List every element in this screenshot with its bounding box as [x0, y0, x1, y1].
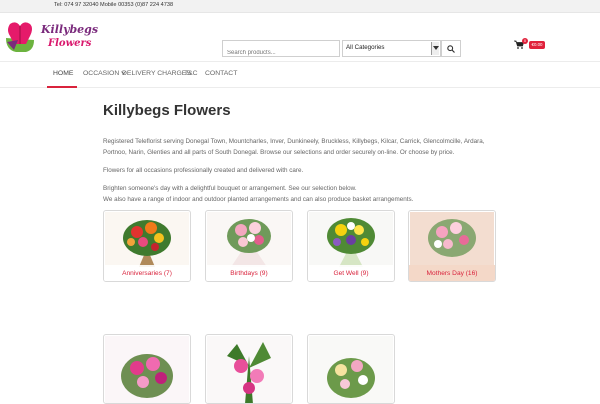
- selection-line-1: Brighten someone's day with a delightful…: [103, 185, 357, 192]
- logo-text-flowers: Flowers: [48, 38, 92, 49]
- nav-item-contact[interactable]: Contact: [205, 70, 237, 77]
- search-icon: [447, 45, 455, 53]
- search-input[interactable]: [223, 45, 339, 61]
- site-header: Killybegs Flowers All Categories 0 €0.00: [0, 13, 600, 61]
- nav-item-occasion-label: Occasion: [83, 70, 120, 77]
- category-label: Anniversaries (7): [104, 265, 190, 281]
- bouquet-image: [309, 212, 393, 267]
- category-card-row2-2[interactable]: [205, 334, 293, 404]
- flower-logo-icon: [6, 22, 34, 52]
- logo-text-killybegs: Killybegs: [41, 23, 99, 36]
- nav-item-delivery-charges[interactable]: Delivery Charges: [122, 70, 191, 77]
- nav-item-occasion[interactable]: Occasion: [83, 70, 127, 77]
- site-logo[interactable]: Killybegs Flowers: [4, 18, 98, 58]
- cart-widget[interactable]: 0 €0.00: [514, 38, 546, 54]
- selection-line-2: We also have a range of indoor and outdo…: [103, 195, 414, 203]
- intro-paragraph: Registered Teleflorist serving Donegal T…: [103, 138, 485, 156]
- bouquet-image: [207, 212, 291, 267]
- occasions-paragraph: Flowers for all occasions professionally…: [103, 167, 304, 174]
- cart-total-badge: €0.00: [529, 41, 545, 49]
- bouquet-image: [309, 336, 393, 403]
- main-nav: Home Occasion Delivery Charges T&C Conta…: [0, 61, 600, 88]
- bouquet-image: [207, 336, 291, 403]
- category-label: Get Well (9): [308, 265, 394, 281]
- contact-phone: Tel: 074 97 32040 Mobile 00353 (0)87 224…: [54, 2, 174, 8]
- select-arrow-icon: [431, 42, 439, 55]
- category-card-anniversaries[interactable]: Anniversaries (7): [103, 210, 191, 282]
- selection-paragraph: Brighten someone's day with a delightful…: [103, 184, 493, 205]
- category-card-get-well[interactable]: Get Well (9): [307, 210, 395, 282]
- nav-active-indicator: [47, 86, 77, 88]
- top-bar: Tel: 074 97 32040 Mobile 00353 (0)87 224…: [0, 0, 600, 13]
- bouquet-image: [105, 336, 189, 403]
- category-card-birthdays[interactable]: Birthdays (9): [205, 210, 293, 282]
- page-title: Killybegs Flowers: [103, 102, 231, 119]
- nav-item-tc[interactable]: T&C: [184, 70, 198, 77]
- category-select[interactable]: All Categories: [342, 40, 441, 57]
- search-box: [222, 40, 340, 61]
- category-select-value: All Categories: [346, 44, 385, 51]
- nav-item-home[interactable]: Home: [53, 70, 73, 77]
- category-label: Mothers Day (16): [409, 265, 495, 281]
- search-button[interactable]: [441, 40, 461, 57]
- category-card-row2-1[interactable]: [103, 334, 191, 404]
- bouquet-image: [105, 212, 189, 267]
- bouquet-image: [410, 212, 494, 267]
- category-card-mothers-day[interactable]: Mothers Day (16): [408, 210, 496, 282]
- category-label: Birthdays (9): [206, 265, 292, 281]
- category-card-row2-3[interactable]: [307, 334, 395, 404]
- cart-count-badge: 0: [522, 38, 528, 44]
